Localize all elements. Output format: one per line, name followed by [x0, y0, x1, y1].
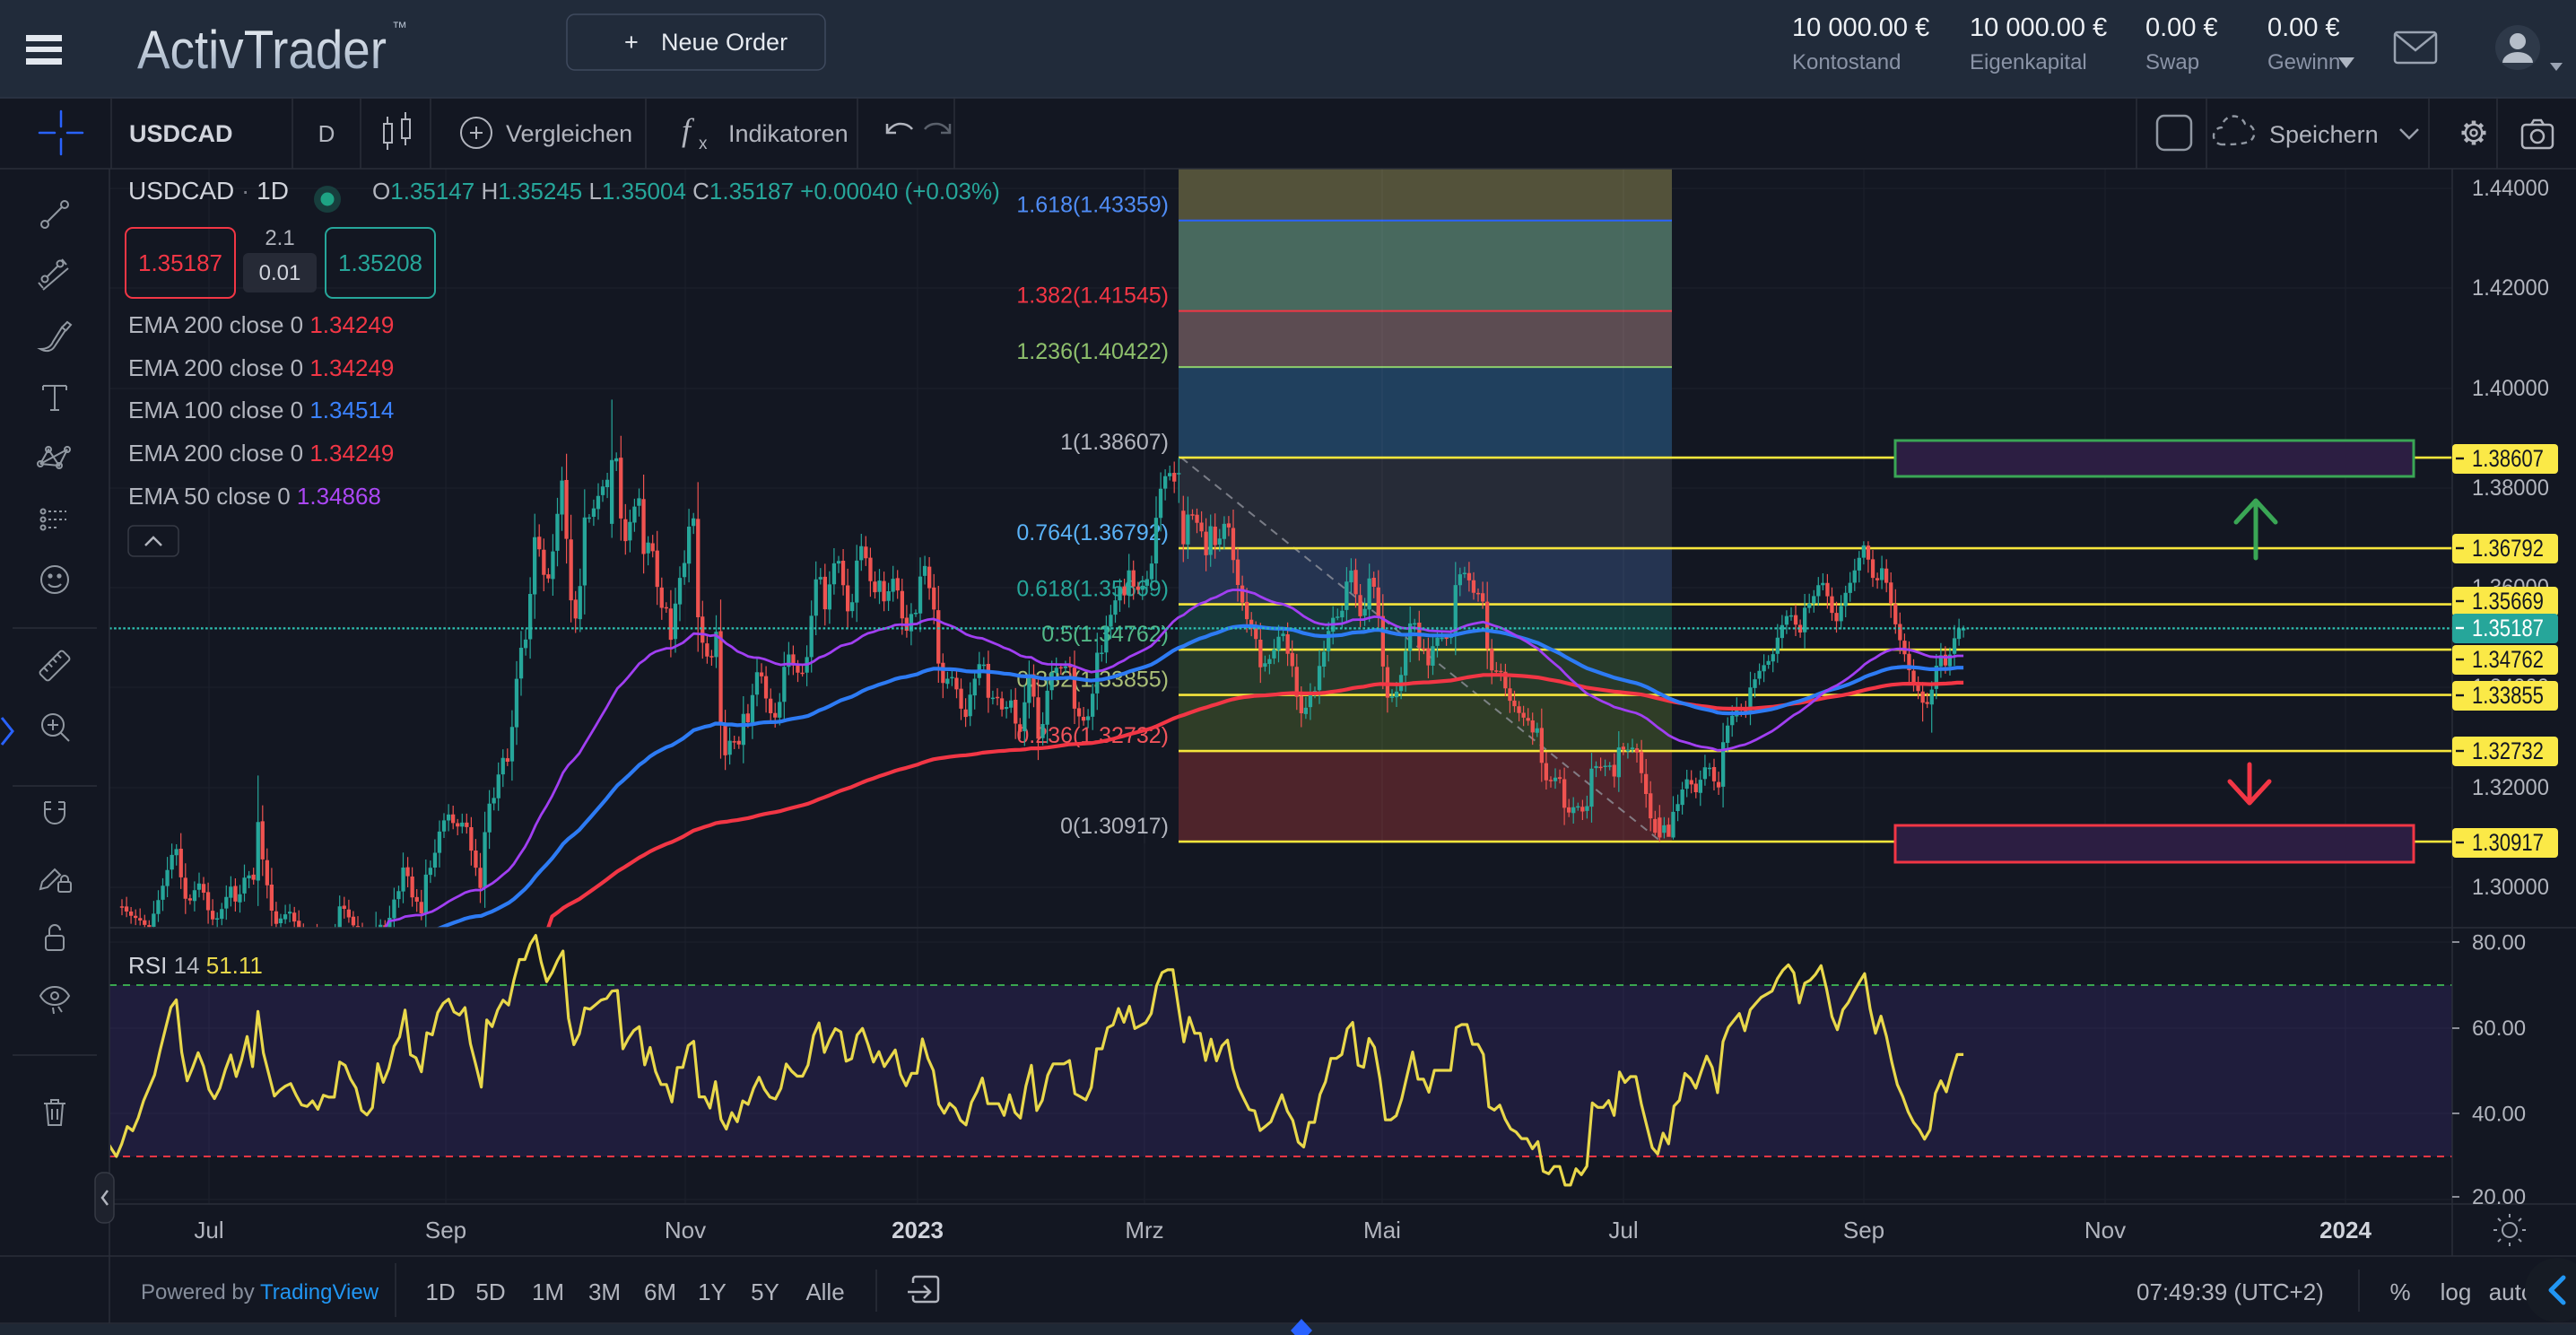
- svg-text:RSI 14 51.11: RSI 14 51.11: [128, 952, 263, 979]
- svg-text:Speichern: Speichern: [2269, 121, 2379, 148]
- svg-text:+: +: [624, 29, 639, 56]
- svg-text:Nov: Nov: [2084, 1217, 2126, 1243]
- svg-text:Alle: Alle: [805, 1278, 844, 1305]
- svg-text:1.38607: 1.38607: [2472, 445, 2544, 472]
- svg-text:Mai: Mai: [1363, 1217, 1401, 1243]
- svg-text:1.35187: 1.35187: [138, 249, 222, 276]
- svg-text:log: log: [2441, 1278, 2472, 1305]
- svg-text:0.01: 0.01: [259, 261, 301, 285]
- svg-text:1.30917: 1.30917: [2472, 829, 2544, 856]
- svg-text:0.764(1.36792): 0.764(1.36792): [1016, 520, 1169, 545]
- svg-text:1D: 1D: [425, 1278, 455, 1305]
- svg-text:Indikatoren: Indikatoren: [728, 120, 849, 147]
- svg-text:1.36792: 1.36792: [2472, 535, 2544, 562]
- svg-text:20.00: 20.00: [2472, 1185, 2526, 1209]
- svg-text:40.00: 40.00: [2472, 1102, 2526, 1126]
- svg-text:1.32732: 1.32732: [2472, 737, 2544, 764]
- svg-text:1Y: 1Y: [698, 1278, 727, 1305]
- svg-text:EMA 50 close 0 1.34868: EMA 50 close 0 1.34868: [128, 483, 381, 510]
- svg-text:1.35669: 1.35669: [2472, 588, 2544, 615]
- svg-text:80.00: 80.00: [2472, 930, 2526, 955]
- svg-text:%: %: [2389, 1278, 2410, 1305]
- svg-text:O1.35147 H1.35245 L1.35004: O1.35147 H1.35245 L1.35004 C1.35187 +0.0…: [372, 178, 1000, 205]
- svg-text:™: ™: [392, 19, 407, 36]
- svg-text:5Y: 5Y: [751, 1278, 779, 1305]
- svg-text:1.618(1.43359): 1.618(1.43359): [1016, 193, 1169, 218]
- svg-text:1.42000: 1.42000: [2472, 275, 2549, 301]
- svg-text:0.00 €: 0.00 €: [2145, 13, 2218, 42]
- svg-text:EMA 200 close 0 1.34249: EMA 200 close 0 1.34249: [128, 440, 394, 467]
- svg-text:EMA 100 close 0 1.34514: EMA 100 close 0 1.34514: [128, 397, 394, 423]
- svg-text:1.38000: 1.38000: [2472, 476, 2549, 501]
- svg-text:Powered by TradingView: Powered by TradingView: [141, 1280, 379, 1304]
- svg-text:1(1.38607): 1(1.38607): [1060, 430, 1169, 455]
- svg-text:6M: 6M: [644, 1278, 676, 1305]
- svg-text:x: x: [699, 135, 708, 153]
- svg-text:2.1: 2.1: [265, 226, 294, 250]
- svg-text:EMA 200 close 0 1.34249: EMA 200 close 0 1.34249: [128, 354, 394, 381]
- svg-text:1.40000: 1.40000: [2472, 376, 2549, 401]
- svg-text:10 000.00 €: 10 000.00 €: [1792, 13, 1929, 42]
- svg-text:1.32000: 1.32000: [2472, 775, 2549, 800]
- svg-text:ActivTrader: ActivTrader: [137, 20, 387, 80]
- svg-text:1M: 1M: [532, 1278, 564, 1305]
- svg-text:1.236(1.40422): 1.236(1.40422): [1016, 339, 1169, 364]
- svg-text:Mrz: Mrz: [1125, 1217, 1163, 1243]
- svg-text:Swap: Swap: [2145, 50, 2199, 74]
- svg-text:EMA 200 close 0 1.34249: EMA 200 close 0 1.34249: [128, 311, 394, 338]
- svg-text:1.44000: 1.44000: [2472, 176, 2549, 201]
- svg-text:3M: 3M: [588, 1278, 621, 1305]
- svg-text:2023: 2023: [892, 1217, 944, 1243]
- svg-text:10 000.00 €: 10 000.00 €: [1970, 13, 2107, 42]
- svg-text:Jul: Jul: [1608, 1217, 1638, 1243]
- svg-text:1.382(1.41545): 1.382(1.41545): [1016, 284, 1169, 309]
- svg-text:07:49:39 (UTC+2): 07:49:39 (UTC+2): [2137, 1278, 2324, 1305]
- svg-text:Gewinn: Gewinn: [2267, 50, 2340, 74]
- svg-text:2024: 2024: [2319, 1217, 2371, 1243]
- svg-text:1.30000: 1.30000: [2472, 875, 2549, 900]
- svg-text:USDCAD · 1D: USDCAD · 1D: [128, 177, 289, 205]
- svg-text:Eigenkapital: Eigenkapital: [1970, 50, 2087, 74]
- svg-text:1.35187: 1.35187: [2472, 615, 2544, 641]
- svg-text:60.00: 60.00: [2472, 1017, 2526, 1041]
- svg-text:D: D: [318, 120, 335, 147]
- svg-text:Jul: Jul: [194, 1217, 223, 1243]
- svg-text:Sep: Sep: [1843, 1217, 1884, 1243]
- svg-text:0(1.30917): 0(1.30917): [1060, 814, 1169, 839]
- svg-text:1.33855: 1.33855: [2472, 682, 2544, 709]
- svg-text:Kontostand: Kontostand: [1792, 50, 1901, 74]
- svg-text:Nov: Nov: [665, 1217, 706, 1243]
- svg-text:0.00 €: 0.00 €: [2267, 13, 2340, 42]
- svg-text:Vergleichen: Vergleichen: [506, 120, 632, 147]
- svg-text:5D: 5D: [475, 1278, 505, 1305]
- svg-text:Sep: Sep: [425, 1217, 466, 1243]
- svg-text:1.34762: 1.34762: [2472, 646, 2544, 673]
- svg-text:USDCAD: USDCAD: [129, 120, 233, 147]
- svg-text:1.35208: 1.35208: [338, 249, 422, 276]
- svg-text:Neue Order: Neue Order: [661, 29, 788, 56]
